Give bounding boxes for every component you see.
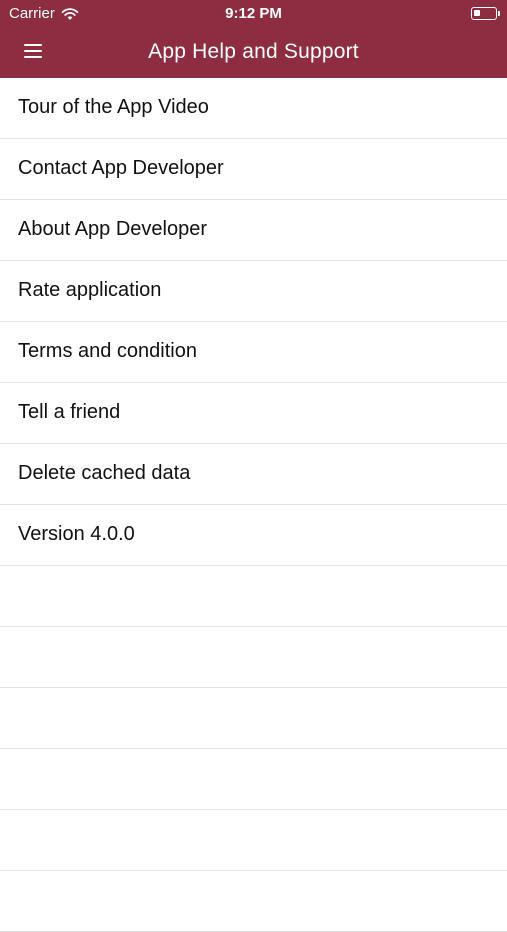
empty-list-row (0, 749, 507, 810)
menu-item-rate-application[interactable]: Rate application (0, 261, 507, 322)
hamburger-menu-icon[interactable] (24, 44, 44, 60)
empty-list-row (0, 871, 507, 932)
status-bar: Carrier 9:12 PM (0, 0, 507, 28)
page-title: App Help and Support (148, 40, 359, 63)
help-menu-list: Tour of the App Video Contact App Develo… (0, 78, 507, 932)
menu-item-tell-friend[interactable]: Tell a friend (0, 383, 507, 444)
menu-item-label: Tell a friend (18, 401, 121, 423)
battery-level (474, 10, 480, 16)
menu-item-contact-developer[interactable]: Contact App Developer (0, 139, 507, 200)
empty-list-row (0, 627, 507, 688)
clock: 9:12 PM (225, 5, 282, 22)
menu-item-label: Rate application (18, 279, 162, 301)
empty-list-row (0, 566, 507, 627)
menu-item-label: About App Developer (18, 218, 208, 240)
empty-list-row (0, 810, 507, 871)
menu-item-about-developer[interactable]: About App Developer (0, 200, 507, 261)
version-label: Version 4.0.0 (18, 523, 135, 545)
menu-item-label: Contact App Developer (18, 157, 224, 179)
menu-item-label: Tour of the App Video (18, 96, 209, 118)
menu-item-tour-video[interactable]: Tour of the App Video (0, 78, 507, 139)
empty-list-row (0, 688, 507, 749)
menu-item-delete-cache[interactable]: Delete cached data (0, 444, 507, 505)
navigation-bar: App Help and Support (0, 28, 507, 78)
battery-icon (471, 7, 500, 20)
menu-item-terms[interactable]: Terms and condition (0, 322, 507, 383)
menu-item-version: Version 4.0.0 (0, 505, 507, 566)
menu-item-label: Delete cached data (18, 462, 191, 484)
menu-item-label: Terms and condition (18, 340, 197, 362)
app-header: Carrier 9:12 PM App Help and Support (0, 0, 507, 78)
